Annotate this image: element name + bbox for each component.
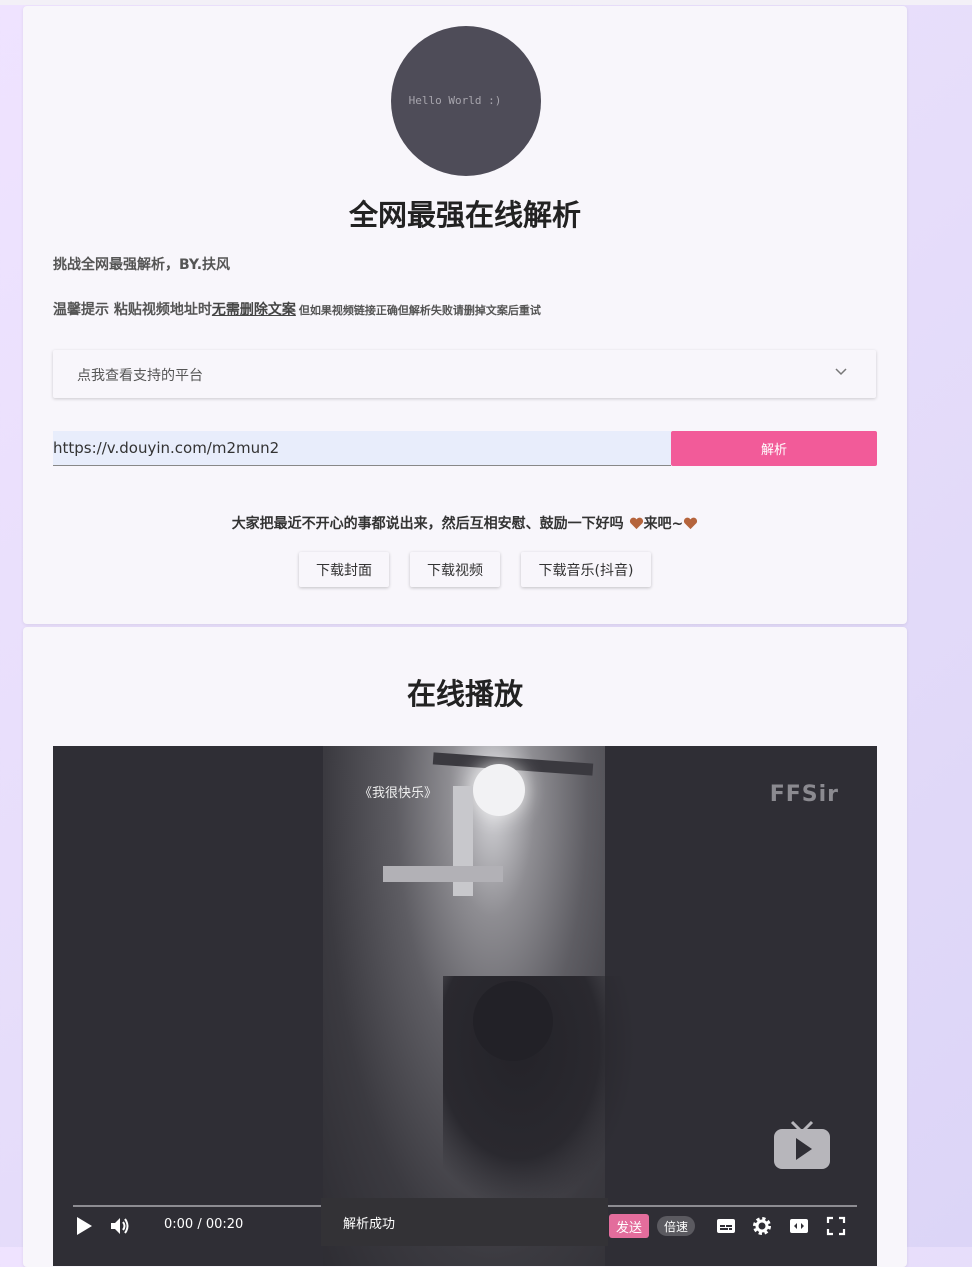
parse-button[interactable]: 解析 <box>671 431 877 466</box>
toast-notification: 解析成功 <box>321 1198 608 1246</box>
heart-icon <box>629 517 643 530</box>
platforms-dropdown-label: 点我查看支持的平台 <box>77 368 203 384</box>
web-fullscreen-icon[interactable] <box>788 1215 810 1237</box>
video-scene <box>473 764 525 816</box>
video-caption: 《我很快乐》 <box>359 786 438 801</box>
download-cover-button[interactable]: 下载封面 <box>299 552 389 587</box>
platforms-dropdown[interactable]: 点我查看支持的平台 <box>53 350 876 398</box>
message-part-1: 大家把最近不开心的事都说出来，然后互相安慰、鼓励一下好吗 <box>231 516 624 532</box>
volume-icon[interactable] <box>109 1215 131 1237</box>
player-card: 在线播放 《我很快乐》 FFSir 0:00 / 00:20 发送 倍速 解析成… <box>23 627 907 1267</box>
chevron-down-icon <box>835 368 847 376</box>
tip-emphasis: 无需删除文案 <box>211 302 296 318</box>
download-music-button[interactable]: 下载音乐(抖音) <box>521 552 651 587</box>
message-text: 大家把最近不开心的事都说出来，然后互相安慰、鼓励一下好吗 来吧~ <box>23 513 907 533</box>
heart-icon <box>684 517 698 530</box>
play-icon[interactable] <box>73 1215 95 1237</box>
player-title: 在线播放 <box>406 677 523 711</box>
url-field[interactable] <box>53 431 671 466</box>
message-part-2: 来吧~ <box>643 516 684 532</box>
tip-suffix: 但如果视频链接正确但解析失败请删掉文案后重试 <box>298 304 541 317</box>
video-scene <box>383 866 503 882</box>
subtitles-icon[interactable] <box>715 1215 737 1237</box>
avatar: Hello World :) <box>391 26 541 176</box>
settings-icon[interactable] <box>751 1215 773 1237</box>
tip-text: 温馨提示 粘贴视频地址时无需删除文案 但如果视频链接正确但解析失败请删掉文案后重试 <box>53 299 541 319</box>
speed-button[interactable]: 倍速 <box>657 1216 695 1236</box>
top-border <box>0 0 972 5</box>
page-title: 全网最强在线解析 <box>348 198 581 232</box>
fullscreen-icon[interactable] <box>825 1215 847 1237</box>
tv-icon[interactable] <box>772 1120 832 1172</box>
video-scene <box>473 981 553 1061</box>
subtitle: 挑战全网最强解析，BY.扶风 <box>53 257 231 273</box>
send-button[interactable]: 发送 <box>609 1214 649 1238</box>
avatar-text: Hello World :) <box>408 93 502 107</box>
tip-prefix: 温馨提示 粘贴视频地址时 <box>53 302 212 318</box>
video-frame[interactable]: 《我很快乐》 <box>323 746 633 1266</box>
video-player[interactable]: 《我很快乐》 FFSir 0:00 / 00:20 发送 倍速 解析成功 <box>53 746 877 1266</box>
download-video-button[interactable]: 下载视频 <box>410 552 500 587</box>
parser-card: Hello World :) 全网最强在线解析 挑战全网最强解析，BY.扶风 温… <box>23 6 907 624</box>
time-display: 0:00 / 00:20 <box>164 1217 244 1232</box>
watermark: FFSir <box>769 782 839 807</box>
url-input[interactable] <box>53 431 653 465</box>
